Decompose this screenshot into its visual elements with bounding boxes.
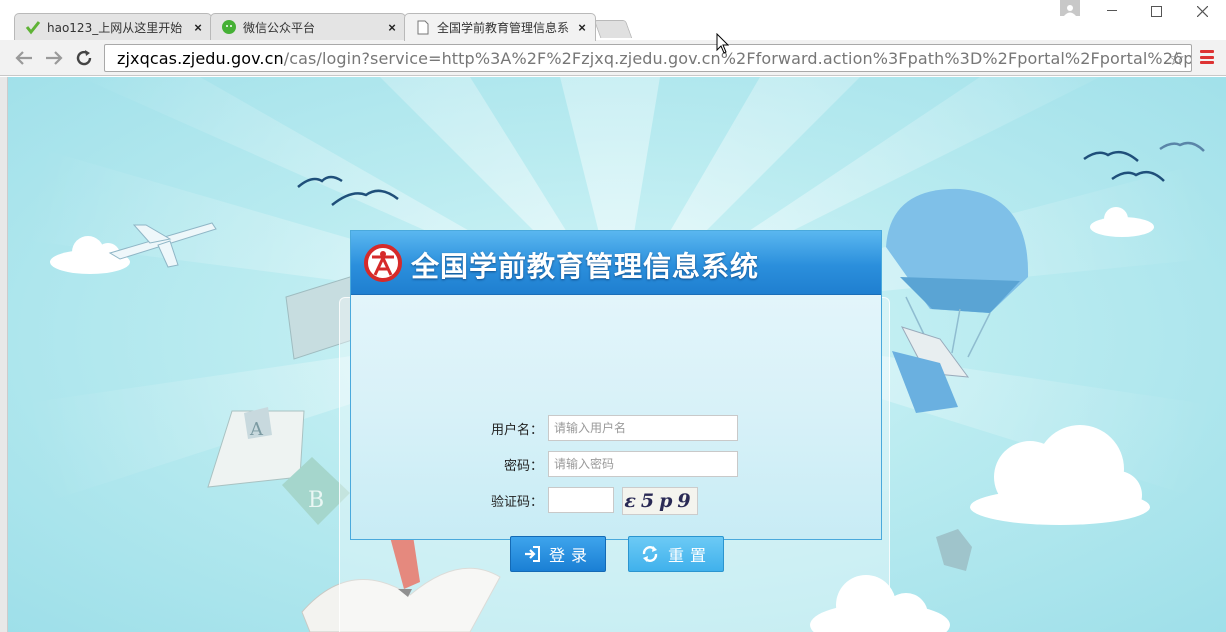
captcha-row: 验证码： ɛ5p9 [350,487,880,515]
svg-text:B: B [308,488,324,513]
tab-close-icon[interactable]: × [191,20,205,35]
browser-toolbar: zjxqcas.zjedu.gov.cn/cas/login?service=h… [0,40,1226,76]
login-button-label: 登录 [548,546,593,565]
password-input[interactable] [548,451,738,477]
captcha-image[interactable]: ɛ5p9 [622,487,698,515]
forward-arrow-icon[interactable] [42,46,66,70]
page-favicon-icon [415,20,431,36]
captcha-label: 验证码： [490,495,543,510]
url-path: /cas/login?service=http%3A%2F%2Fzjxq.zje… [283,48,1192,68]
reset-button[interactable]: 重置 [628,536,724,572]
username-row: 用户名： [350,415,880,441]
tab-title: hao123_上网从这里开始 [47,20,183,35]
chrome-menu-icon[interactable] [1200,50,1214,64]
login-button[interactable]: 登录 [510,536,606,572]
tab-close-icon[interactable]: × [385,20,399,35]
close-window-icon[interactable] [1180,0,1224,22]
svg-text:A: A [249,419,264,440]
login-arrow-icon [524,546,540,562]
username-input[interactable] [548,415,738,441]
back-arrow-icon[interactable] [12,46,36,70]
browser-chrome: hao123_上网从这里开始 × 微信公众平台 × 全国学前教育管理信息系 × [0,0,1226,76]
star-icon[interactable]: ☆ [1168,48,1185,71]
reset-button-label: 重置 [667,546,712,565]
password-label: 密码： [503,459,543,474]
left-edge-strip [0,77,8,632]
captcha-input[interactable] [548,487,614,513]
tab-hao123[interactable]: hao123_上网从这里开始 × [14,13,212,40]
hao123-favicon-icon [25,19,41,35]
url-host: zjxqcas.zjedu.gov.cn [117,48,284,68]
puzzle-piece-icon [936,529,972,571]
profile-icon[interactable] [1060,0,1080,16]
tab-strip: hao123_上网从这里开始 × 微信公众平台 × 全国学前教育管理信息系 × [0,0,1226,41]
mouse-cursor-icon [716,33,730,54]
url-text: zjxqcas.zjedu.gov.cn/cas/login?service=h… [117,48,1192,68]
minimize-icon[interactable] [1090,0,1134,22]
maximize-icon[interactable] [1134,0,1178,22]
login-header: 全国学前教育管理信息系统 [351,231,881,295]
system-title: 全国学前教育管理信息系统 [411,250,760,283]
tab-title: 全国学前教育管理信息系 [437,21,570,35]
tab-close-icon[interactable]: × [575,20,589,35]
book-icon: A B [207,407,350,525]
tab-wechat[interactable]: 微信公众平台 × [210,13,406,40]
password-row: 密码： [350,451,880,477]
new-tab-button[interactable] [593,20,633,38]
reload-icon[interactable] [72,46,96,70]
tab-login-active[interactable]: 全国学前教育管理信息系 × [404,13,596,41]
address-bar[interactable]: zjxqcas.zjedu.gov.cn/cas/login?service=h… [104,44,1192,72]
tab-title: 微信公众平台 [243,20,316,35]
refresh-icon [642,546,658,562]
system-logo-icon [364,244,402,282]
username-label: 用户名： [490,423,543,438]
wechat-favicon-icon [221,19,237,35]
